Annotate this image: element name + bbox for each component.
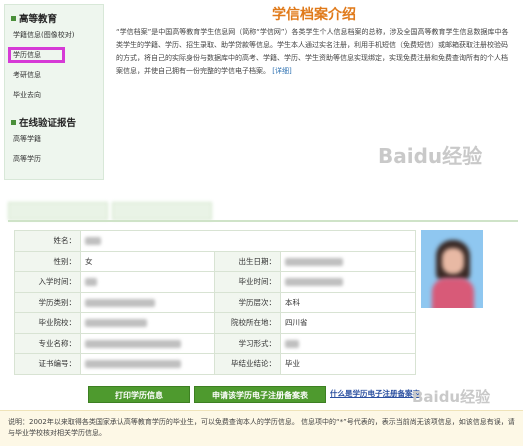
value-birth	[280, 250, 416, 272]
value-name	[80, 230, 416, 252]
redacted-value	[85, 278, 97, 287]
redacted-value	[85, 237, 101, 246]
label-gender: 性别：	[14, 250, 81, 272]
intro-title: 学信档案介绍	[272, 7, 356, 23]
what-is-registration-form-link[interactable]: 什么是学历电子注册备案表	[330, 388, 420, 399]
apply-registration-form-button[interactable]: 申请该学历电子注册备案表	[194, 386, 326, 403]
redacted-value	[85, 360, 181, 369]
value-grad	[280, 271, 416, 293]
label-major: 专业名称：	[14, 332, 81, 354]
sidebar-section-title: 高等教育	[19, 14, 58, 25]
label-location: 院校所在地：	[214, 312, 281, 334]
intro-text: “学信档案”是中国高等教育学生信息网（简称“学信网”）各类学生个人信息档案的总称…	[110, 26, 518, 78]
sidebar-item-degree-info[interactable]: 学历信息	[5, 45, 103, 65]
label-birth: 出生日期：	[214, 250, 281, 272]
table-row: 学历类别： 学历层次： 本科	[14, 291, 416, 313]
value-school	[80, 312, 215, 334]
value-gender: 女	[80, 250, 215, 272]
sidebar-item-higher-degree[interactable]: 高等学历	[5, 149, 103, 169]
value-major	[80, 332, 215, 354]
value-type	[80, 291, 215, 313]
value-location: 四川省	[280, 312, 416, 334]
redacted-value	[85, 319, 147, 328]
label-result: 毕结业结论：	[214, 353, 281, 375]
redacted-value	[85, 298, 155, 307]
note-text: 说明：2002年以来取得各类国家承认高等教育学历的毕业生，可以免费查询本人的学历…	[8, 418, 515, 437]
value-form	[280, 332, 416, 354]
label-enroll: 入学时间：	[14, 271, 81, 293]
value-result: 毕业	[280, 353, 416, 375]
watermark: Baidu经验	[378, 144, 483, 168]
watermark: Baidu经验	[412, 388, 491, 406]
redacted-value	[285, 278, 343, 287]
redacted-value	[285, 257, 343, 266]
label-grad: 毕业时间：	[214, 271, 281, 293]
label-name: 姓名：	[14, 230, 81, 252]
table-row: 证书编号： 毕结业结论： 毕业	[14, 353, 416, 375]
redacted-value	[285, 339, 299, 348]
sidebar-item-student-status[interactable]: 学籍信息(图像校对)	[5, 25, 103, 45]
sidebar-section-higher-education: 高等教育	[5, 11, 103, 25]
label-form: 学习形式：	[214, 332, 281, 354]
square-bullet-icon	[11, 15, 16, 21]
label-cert: 证书编号：	[14, 353, 81, 375]
student-photo	[421, 230, 483, 308]
top-panel: 高等教育 学籍信息(图像校对) 学历信息 考研信息 毕业去向 在线验证报告 高等…	[0, 0, 523, 188]
highlight-box	[8, 47, 65, 63]
tab-underline	[8, 220, 518, 222]
degree-info-panel: 姓名： 性别： 女 出生日期： 入学时间： 毕业时间： 学历类别： 学历层次： …	[0, 188, 523, 446]
table-row: 性别： 女 出生日期：	[14, 250, 416, 272]
value-enroll	[80, 271, 215, 293]
value-cert	[80, 353, 215, 375]
print-degree-button[interactable]: 打印学历信息	[88, 386, 190, 403]
sidebar: 高等教育 学籍信息(图像校对) 学历信息 考研信息 毕业去向 在线验证报告 高等…	[4, 4, 104, 180]
tab-bar	[8, 202, 216, 220]
redacted-value	[85, 339, 181, 348]
sidebar-section-title: 在线验证报告	[19, 118, 77, 129]
intro-more-link[interactable]: [详细]	[272, 67, 291, 75]
table-row: 专业名称： 学习形式：	[14, 332, 416, 354]
sidebar-item-graduate-destination[interactable]: 毕业去向	[5, 85, 103, 105]
sidebar-item-postgrad-info[interactable]: 考研信息	[5, 65, 103, 85]
table-row: 姓名：	[14, 230, 416, 252]
tab-blurred-2[interactable]	[112, 202, 212, 220]
sidebar-section-online-verification: 在线验证报告	[5, 115, 103, 129]
degree-info-table: 姓名： 性别： 女 出生日期： 入学时间： 毕业时间： 学历类别： 学历层次： …	[14, 230, 416, 375]
note-box: 说明：2002年以来取得各类国家承认高等教育学历的毕业生，可以免费查询本人的学历…	[0, 410, 523, 446]
value-level: 本科	[280, 291, 416, 313]
label-school: 毕业院校：	[14, 312, 81, 334]
square-bullet-icon	[11, 119, 16, 125]
tab-blurred-1[interactable]	[8, 202, 108, 220]
label-type: 学历类别：	[14, 291, 81, 313]
label-level: 学历层次：	[214, 291, 281, 313]
table-row: 毕业院校： 院校所在地： 四川省	[14, 312, 416, 334]
sidebar-item-higher-status[interactable]: 高等学籍	[5, 129, 103, 149]
table-row: 入学时间： 毕业时间：	[14, 271, 416, 293]
intro-body: “学信档案”是中国高等教育学生信息网（简称“学信网”）各类学生个人信息档案的总称…	[116, 28, 509, 75]
